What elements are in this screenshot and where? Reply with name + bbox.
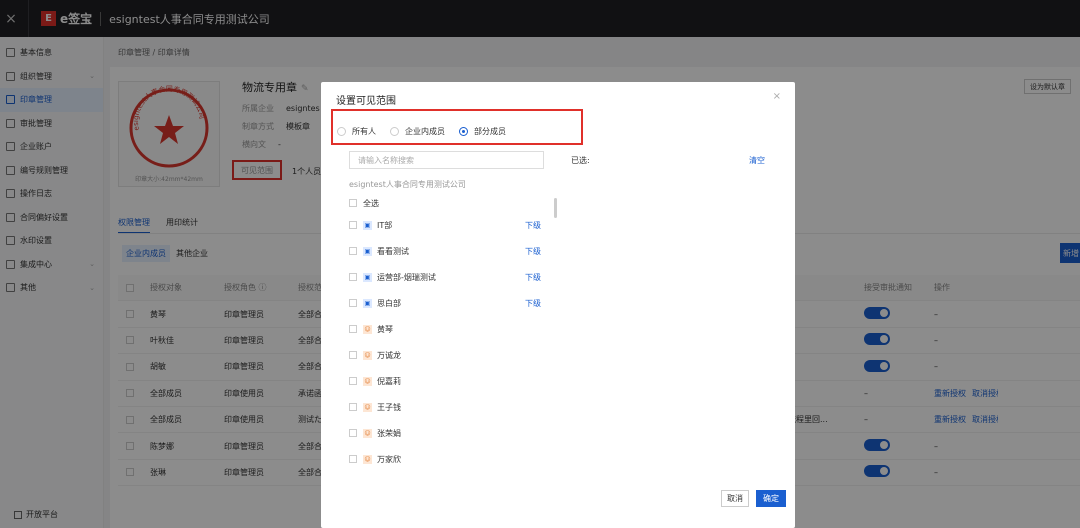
department-item[interactable]: ▣ 运营部-烟瑞测试 下级 [349,264,549,290]
department-icon: ▣ [363,272,372,282]
person-icon: ☺ [363,324,372,334]
member-item[interactable]: ☺ 万家欣 [349,446,549,472]
person-icon: ☺ [363,376,372,386]
member-list: 全选 ▣ IT部 下级 ▣ 看看测试 下级 ▣ 运营部-烟瑞测试 下级 ▣ 思白部 下级 ☺ 黄琴 ☺ 万诚龙… [349,194,549,472]
close-icon[interactable]: × [773,91,781,102]
checkbox[interactable] [349,351,357,359]
checkbox[interactable] [349,273,357,281]
department-icon: ▣ [363,298,372,308]
person-icon: ☺ [363,350,372,360]
scope-radio-group: 所有人 企业内成员 部分成员 [335,126,518,137]
radio-internal[interactable] [390,127,399,136]
expand-lower-link[interactable]: 下级 [525,220,541,231]
checkbox[interactable] [349,199,357,207]
checkbox[interactable] [349,325,357,333]
select-all-item[interactable]: 全选 [349,194,549,212]
search-input[interactable]: 请输入名称搜索 [349,151,544,169]
checkbox[interactable] [349,403,357,411]
selected-label: 已选: [571,156,590,165]
department-icon: ▣ [363,246,372,256]
confirm-button[interactable]: 确定 [756,490,786,507]
checkbox[interactable] [349,247,357,255]
expand-lower-link[interactable]: 下级 [525,298,541,309]
radio-all[interactable] [337,127,346,136]
person-icon: ☺ [363,428,372,438]
member-item[interactable]: ☺ 张荣娟 [349,420,549,446]
member-item[interactable]: ☺ 万诚龙 [349,342,549,368]
expand-lower-link[interactable]: 下级 [525,272,541,283]
radio-partial[interactable] [459,127,468,136]
cancel-button[interactable]: 取消 [721,490,749,507]
person-icon: ☺ [363,454,372,464]
department-item[interactable]: ▣ 看看测试 下级 [349,238,549,264]
clear-button[interactable]: 清空 [749,155,765,166]
modal-title: 设置可见范围 [336,96,396,107]
member-item[interactable]: ☺ 黄琴 [349,316,549,342]
expand-lower-link[interactable]: 下级 [525,246,541,257]
scrollbar[interactable] [554,198,557,218]
visible-scope-modal: 设置可见范围 × 所有人 企业内成员 部分成员 请输入名称搜索 已选: 清空 e… [321,82,795,528]
department-icon: ▣ [363,220,372,230]
department-item[interactable]: ▣ 思白部 下级 [349,290,549,316]
checkbox[interactable] [349,455,357,463]
department-item[interactable]: ▣ IT部 下级 [349,212,549,238]
person-icon: ☺ [363,402,372,412]
org-name: esigntest人事合同专用测试公司 [349,180,466,189]
member-item[interactable]: ☺ 王子钱 [349,394,549,420]
checkbox[interactable] [349,299,357,307]
checkbox[interactable] [349,221,357,229]
checkbox[interactable] [349,377,357,385]
member-item[interactable]: ☺ 倪嘉莉 [349,368,549,394]
checkbox[interactable] [349,429,357,437]
